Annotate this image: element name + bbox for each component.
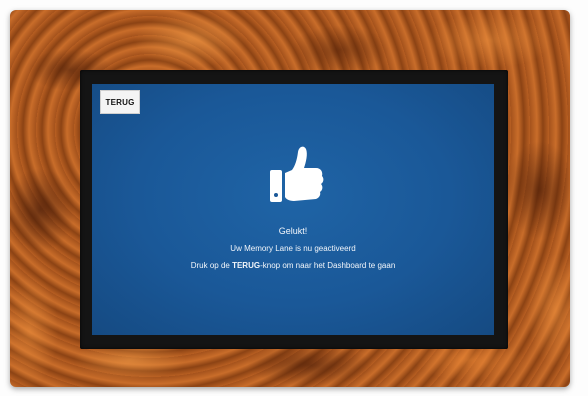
display-screen: TERUG Gelukt! Uw Memory Lane is nu geact… (92, 84, 494, 335)
photo-scene: TERUG Gelukt! Uw Memory Lane is nu geact… (0, 0, 588, 396)
success-title: Gelukt! (278, 226, 308, 236)
activation-text: Uw Memory Lane is nu geactiveerd (230, 244, 356, 253)
thumbs-up-icon (258, 140, 328, 210)
instruction-part-1: Druk op de (190, 261, 233, 270)
screen-bezel: TERUG Gelukt! Uw Memory Lane is nu geact… (80, 70, 508, 349)
instruction-part-2: -knop om naar het Dashboard te gaan (260, 261, 396, 270)
success-message: Gelukt! Uw Memory Lane is nu geactiveerd… (92, 226, 494, 278)
instruction-bold-terug: TERUG (232, 261, 261, 270)
back-button[interactable]: TERUG (100, 90, 140, 114)
wooden-picture-frame: TERUG Gelukt! Uw Memory Lane is nu geact… (10, 10, 570, 387)
instruction-text: Druk op de TERUG-knop om naar het Dashbo… (92, 261, 494, 271)
